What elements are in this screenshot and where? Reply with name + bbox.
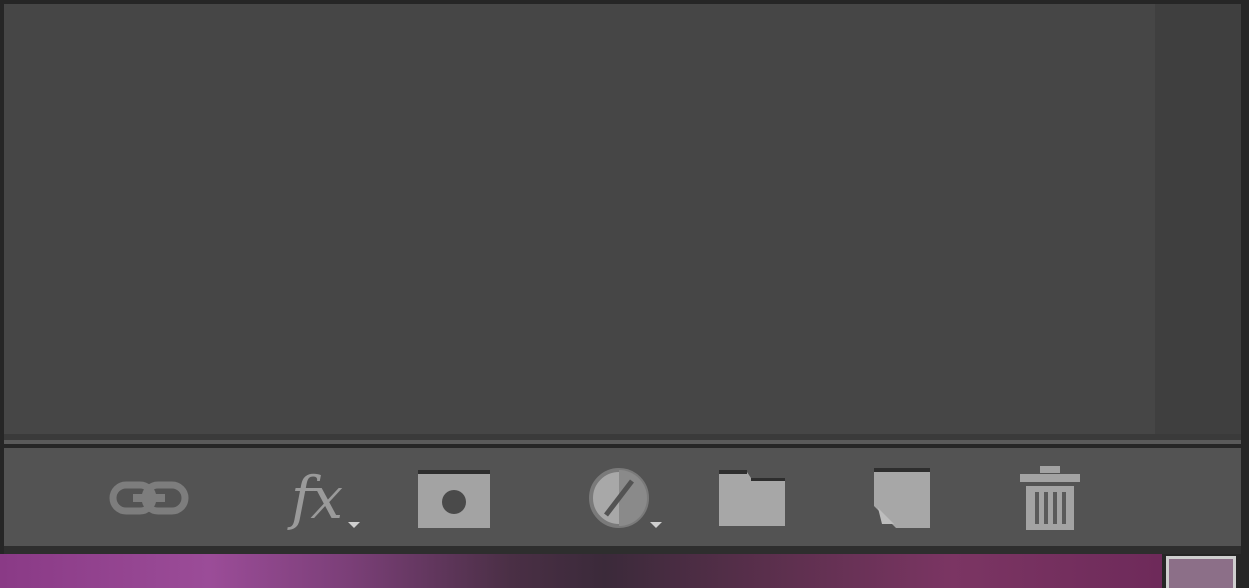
dropdown-caret-icon xyxy=(650,522,662,528)
trash-icon xyxy=(1018,464,1082,532)
window-thumbnail[interactable] xyxy=(1166,556,1236,588)
layers-toolbar: fx xyxy=(4,448,1241,546)
folder-icon xyxy=(717,468,787,528)
toolbar-bottom-edge xyxy=(4,546,1241,554)
scrollbar-track[interactable] xyxy=(1155,4,1241,434)
screen: fx xyxy=(0,0,1249,588)
link-layers-button[interactable] xyxy=(104,458,194,538)
panel-divider xyxy=(4,434,1241,444)
mask-icon xyxy=(416,466,492,530)
link-icon xyxy=(109,478,189,518)
adjustment-icon xyxy=(584,463,654,533)
add-mask-button[interactable] xyxy=(414,458,494,538)
adjustment-layer-button[interactable] xyxy=(564,458,674,538)
delete-layer-button[interactable] xyxy=(1012,458,1088,538)
layer-style-button[interactable]: fx xyxy=(266,458,366,538)
new-layer-icon xyxy=(872,466,932,530)
desktop-background xyxy=(0,554,1162,588)
fx-icon: fx xyxy=(290,464,343,532)
dropdown-caret-icon xyxy=(348,522,360,528)
new-layer-button[interactable] xyxy=(864,458,940,538)
new-group-button[interactable] xyxy=(712,458,792,538)
layers-list[interactable] xyxy=(4,4,1155,434)
